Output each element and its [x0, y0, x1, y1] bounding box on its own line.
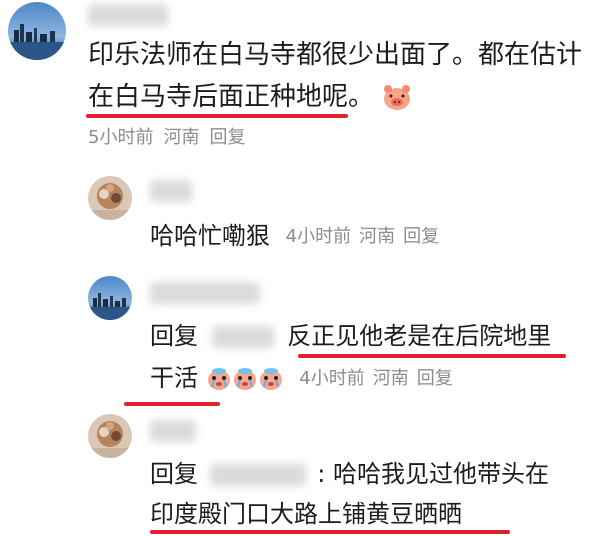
- comment-text-line-2: 在白马寺后面正种地呢。: [88, 80, 412, 114]
- comment-text-line-2-text: 在白马寺后面正种地呢。: [88, 82, 375, 112]
- location: 河南: [163, 127, 200, 148]
- username-blurred[interactable]: [150, 180, 192, 202]
- user-avatar[interactable]: [8, 2, 66, 60]
- crying-face-emoji-icon: [258, 367, 284, 391]
- crying-face-emoji-icon: [232, 367, 258, 391]
- reply-text-line-2: 干活 4小时前 河南 回复: [150, 362, 453, 395]
- reply-link[interactable]: 回复: [417, 368, 453, 389]
- location: 河南: [372, 368, 409, 389]
- red-underline-annotation: [124, 402, 220, 406]
- reply-avatar[interactable]: [88, 414, 132, 458]
- reply-text-content: 哈哈忙嘞狠: [150, 222, 270, 250]
- reply-link[interactable]: 回复: [209, 127, 245, 148]
- username-blurred[interactable]: [88, 4, 168, 26]
- mentioned-user-blurred[interactable]: [211, 326, 274, 348]
- reply-text: 哈哈忙嘞狠 4小时前 河南 回复: [150, 220, 439, 253]
- red-underline-annotation: [150, 530, 510, 534]
- location: 河南: [359, 226, 396, 247]
- timestamp: 4小时前: [299, 368, 365, 389]
- comment-text-line-1: 印乐法师在白马寺都很少出面了。都在估计: [88, 40, 583, 70]
- reply-text-content: : 哈哈我见过他带头在: [317, 460, 549, 488]
- reply-meta: 4小时前 河南 回复: [278, 226, 439, 247]
- crying-face-emoji-icon: [206, 367, 232, 391]
- reply-text-line-1: 回复 反正见他老是在后院地里: [150, 320, 551, 352]
- reply-prefix: 回复: [150, 460, 198, 488]
- reply-text-content: 反正见他老是在后院地里: [287, 322, 552, 350]
- reply-avatar[interactable]: [88, 176, 132, 220]
- reply-link[interactable]: 回复: [403, 226, 439, 247]
- red-underline-annotation: [298, 354, 566, 358]
- pig-face-emoji-icon: [382, 84, 412, 112]
- red-underline-annotation: [86, 114, 348, 118]
- timestamp: 5小时前: [88, 127, 154, 148]
- reply-text-content: 干活: [150, 364, 198, 392]
- timestamp: 4小时前: [285, 226, 352, 247]
- username-blurred[interactable]: [150, 420, 196, 442]
- reply-prefix: 回复: [150, 322, 198, 350]
- mentioned-user-blurred[interactable]: [209, 464, 306, 486]
- reply-text-line-1: 回复 : 哈哈我见过他带头在: [150, 458, 549, 490]
- reply-avatar[interactable]: [88, 276, 132, 320]
- username-blurred[interactable]: [150, 282, 260, 304]
- reply-meta: 4小时前 河南 回复: [291, 368, 452, 389]
- reply-text-line-2: 印度殿门口大路上铺黄豆晒晒: [150, 498, 462, 530]
- reply-text-content: 印度殿门口大路上铺黄豆晒晒: [150, 500, 462, 528]
- comment-meta: 5小时前 河南 回复: [88, 126, 255, 150]
